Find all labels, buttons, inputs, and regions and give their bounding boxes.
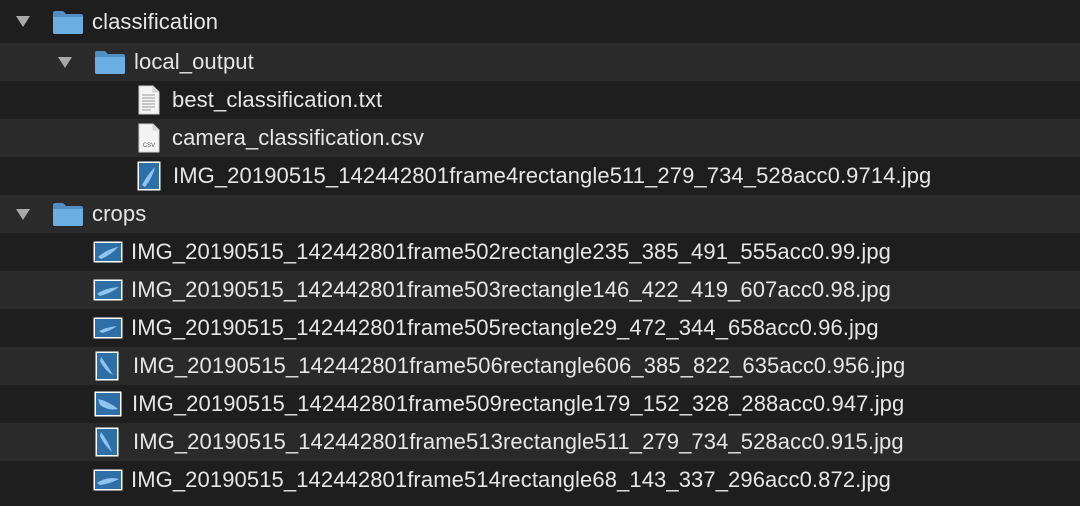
folder-icon	[52, 9, 84, 35]
tree-row-file[interactable]: IMG_20190515_142442801frame514rectangle6…	[0, 461, 1080, 499]
image-thumbnail-icon	[95, 427, 119, 457]
file-name: best_classification.txt	[172, 87, 383, 112]
tree-row-file[interactable]: IMG_20190515_142442801frame502rectangle2…	[0, 233, 1080, 271]
folder-name: crops	[92, 201, 147, 226]
folder-icon	[94, 49, 126, 75]
csv-document-icon: CSV	[136, 123, 162, 153]
folder-name: local_output	[134, 49, 254, 74]
svg-text:CSV: CSV	[143, 143, 155, 149]
image-thumbnail-icon	[93, 317, 123, 339]
image-thumbnail-icon	[95, 351, 119, 381]
tree-row-file[interactable]: best_classification.txt	[0, 81, 1080, 119]
tree-row-file[interactable]: IMG_20190515_142442801frame4rectangle511…	[0, 157, 1080, 195]
image-thumbnail-icon	[137, 161, 161, 191]
text-document-icon	[136, 85, 162, 115]
disclosure-triangle-down-icon[interactable]	[14, 205, 32, 223]
tree-row-file[interactable]: IMG_20190515_142442801frame509rectangle1…	[0, 385, 1080, 423]
file-name: IMG_20190515_142442801frame509rectangle1…	[132, 391, 905, 416]
file-name: IMG_20190515_142442801frame4rectangle511…	[173, 163, 932, 188]
folder-name: classification	[92, 8, 219, 34]
tree-row-classification[interactable]: classification	[0, 0, 1080, 43]
folder-icon	[52, 201, 84, 227]
file-name: IMG_20190515_142442801frame514rectangle6…	[131, 467, 892, 492]
tree-row-file[interactable]: IMG_20190515_142442801frame503rectangle1…	[0, 271, 1080, 309]
image-thumbnail-icon	[93, 241, 123, 263]
file-name: IMG_20190515_142442801frame505rectangle2…	[131, 315, 879, 340]
file-name: camera_classification.csv	[172, 125, 424, 150]
tree-row-file[interactable]: IMG_20190515_142442801frame513rectangle5…	[0, 423, 1080, 461]
file-name: IMG_20190515_142442801frame503rectangle1…	[131, 277, 892, 302]
file-name: IMG_20190515_142442801frame506rectangle6…	[133, 353, 906, 378]
file-name: IMG_20190515_142442801frame513rectangle5…	[133, 429, 904, 454]
tree-row-local-output[interactable]: local_output	[0, 43, 1080, 81]
tree-row-file[interactable]: IMG_20190515_142442801frame505rectangle2…	[0, 309, 1080, 347]
image-thumbnail-icon	[93, 469, 123, 491]
image-thumbnail-icon	[94, 391, 122, 417]
disclosure-triangle-down-icon[interactable]	[14, 13, 32, 31]
tree-row-file[interactable]: CSV camera_classification.csv	[0, 119, 1080, 157]
file-name: IMG_20190515_142442801frame502rectangle2…	[131, 239, 892, 264]
file-tree: classification local_output best_classif…	[0, 0, 1080, 506]
tree-row-crops[interactable]: crops	[0, 195, 1080, 233]
disclosure-triangle-down-icon[interactable]	[56, 53, 74, 71]
tree-row-file[interactable]: IMG_20190515_142442801frame506rectangle6…	[0, 347, 1080, 385]
image-thumbnail-icon	[93, 279, 123, 301]
